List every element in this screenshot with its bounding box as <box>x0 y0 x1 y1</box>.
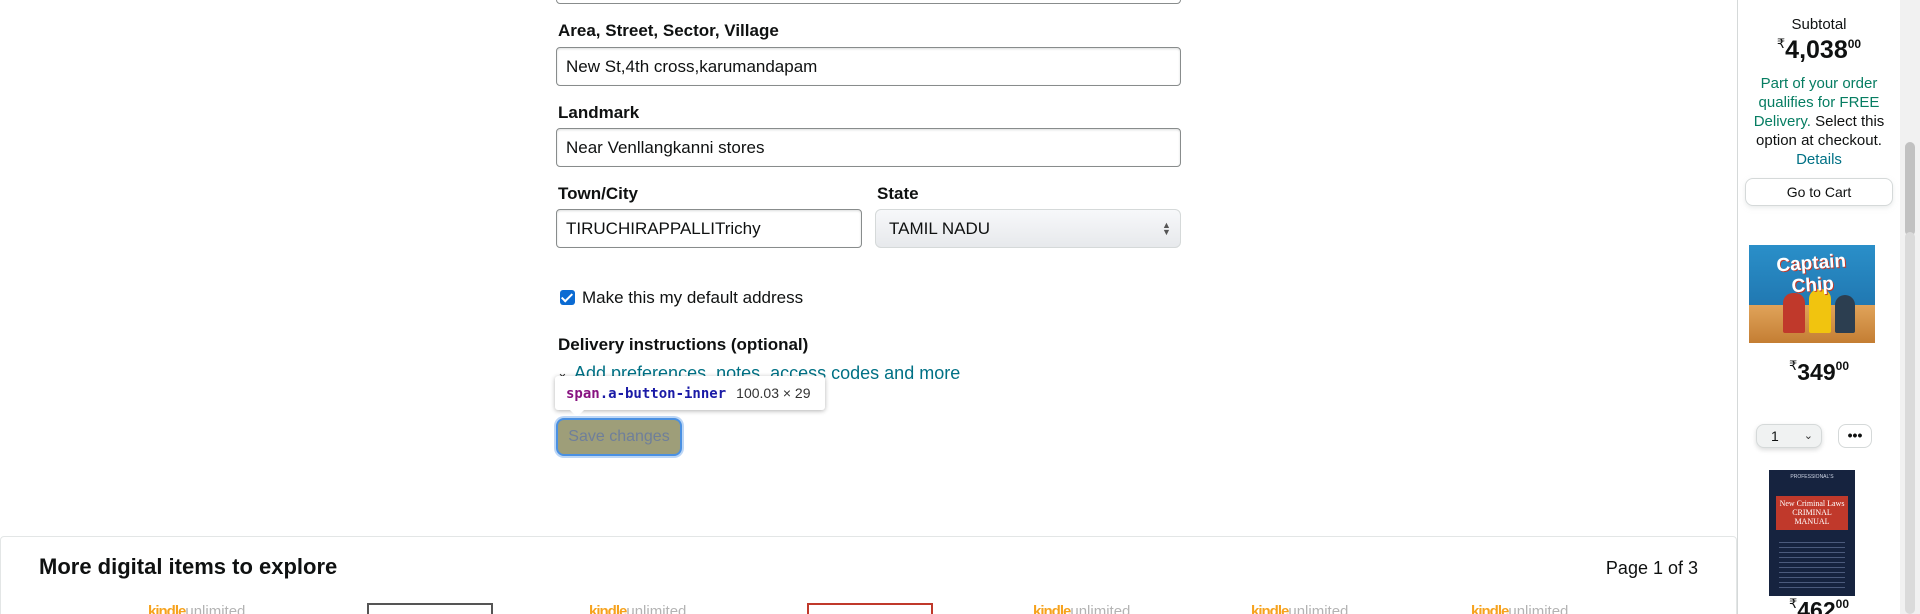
area-label: Area, Street, Sector, Village <box>558 21 779 40</box>
subtotal-label: Subtotal <box>1791 16 1847 33</box>
go-to-cart-button[interactable]: Go to Cart <box>1745 178 1893 206</box>
state-select[interactable]: TAMIL NADU ▲ ▼ <box>875 209 1181 248</box>
kindle-unlimited-logo[interactable]: kindleunlimited <box>1251 603 1371 614</box>
tooltip-class: .a-button-inner <box>599 386 727 402</box>
landmark-input[interactable]: Near Venllangkanni stores <box>556 128 1181 167</box>
tooltip-tag: span <box>566 386 600 402</box>
scrollbar-thumb[interactable] <box>1905 142 1915 236</box>
unlimited-word: unlimited <box>185 603 246 614</box>
state-label: State <box>877 184 919 203</box>
tooltip-dimensions: 100.03 × 29 <box>736 385 811 401</box>
quantity-dropdown[interactable]: 1 ⌄ <box>1756 424 1822 448</box>
free-delivery-message: Part of your order qualifies for FREE De… <box>1744 74 1894 169</box>
criminal-manual-book-cover[interactable]: PROFESSIONAL'S New Criminal Laws CRIMINA… <box>1769 470 1855 596</box>
item2-price: ₹46200 <box>1738 596 1900 614</box>
page-scrollbar[interactable] <box>1900 0 1920 614</box>
delivery-instructions-heading: Delivery instructions (optional) <box>558 335 809 354</box>
item1-price-fraction: 00 <box>1835 359 1849 373</box>
default-address-checkbox[interactable] <box>560 290 575 305</box>
cover-character <box>1835 295 1855 333</box>
area-street-input[interactable]: New St,4th cross,karumandapam <box>556 47 1181 86</box>
details-link[interactable]: Details <box>1796 151 1842 168</box>
digital-items-carousel: More digital items to explore Page 1 of … <box>0 536 1737 614</box>
cover-publisher: PROFESSIONAL'S <box>1790 474 1834 480</box>
item2-price-whole: 462 <box>1797 597 1836 614</box>
address-edit-main: Area, Street, Sector, Village New St,4th… <box>0 0 1737 614</box>
item1-price-whole: 349 <box>1797 359 1836 385</box>
cover-title: Captain Chip <box>1775 250 1847 298</box>
state-selected-value: TAMIL NADU <box>889 219 991 238</box>
previous-address-field[interactable] <box>556 0 1181 4</box>
cover-text-lines <box>1779 538 1845 588</box>
save-changes-label: Save changes <box>568 428 670 445</box>
select-arrows-icon: ▲ ▼ <box>1162 220 1171 237</box>
scrollbar-track-segment <box>1905 232 1915 614</box>
unlimited-word: unlimited <box>626 603 687 614</box>
currency-symbol: ₹ <box>1776 36 1786 51</box>
carousel-book-cover[interactable] <box>807 603 933 614</box>
kindle-word: kindle <box>148 603 186 614</box>
tooltip-selector: span.a-button-inner <box>566 386 726 402</box>
item1-price: ₹34900 <box>1738 358 1900 386</box>
chevron-down-icon: ⌄ <box>1803 430 1813 442</box>
subtotal-whole: 4,038 <box>1785 36 1848 64</box>
more-options-button[interactable]: ••• <box>1838 424 1872 448</box>
quantity-value: 1 <box>1771 428 1779 444</box>
unlimited-word: unlimited <box>1508 603 1569 614</box>
item2-price-fraction: 00 <box>1835 597 1849 611</box>
kindle-word: kindle <box>589 603 627 614</box>
cart-sidebar: Subtotal ₹4,03800 Part of your order qua… <box>1738 0 1900 614</box>
save-changes-button[interactable]: Save changes <box>556 418 682 456</box>
cover-title: New Criminal Laws CRIMINAL MANUAL <box>1776 496 1848 530</box>
kindle-unlimited-logo[interactable]: kindleunlimited <box>1033 603 1153 614</box>
carousel-book-cover[interactable] <box>367 603 493 614</box>
kindle-word: kindle <box>1033 603 1071 614</box>
captain-chip-book-cover[interactable]: Captain Chip <box>1749 245 1875 343</box>
kindle-unlimited-logo[interactable]: kindleunlimited <box>1471 603 1591 614</box>
unlimited-word: unlimited <box>1070 603 1131 614</box>
subtotal-fraction: 00 <box>1847 37 1862 51</box>
kindle-unlimited-logo[interactable]: kindleunlimited <box>148 603 268 614</box>
carousel-page-indicator: Page 1 of 3 <box>1605 558 1698 578</box>
kindle-word: kindle <box>1251 603 1289 614</box>
subtotal-price: ₹4,03800 <box>1738 36 1900 65</box>
unlimited-word: unlimited <box>1288 603 1349 614</box>
default-address-label[interactable]: Make this my default address <box>582 288 803 308</box>
landmark-label: Landmark <box>558 103 640 122</box>
kindle-unlimited-logo[interactable]: kindleunlimited <box>589 603 709 614</box>
town-city-label: Town/City <box>558 184 638 203</box>
kindle-word: kindle <box>1471 603 1509 614</box>
town-city-input[interactable]: TIRUCHIRAPPALLITrichy <box>556 209 862 248</box>
devtools-inspect-tooltip: span.a-button-inner 100.03 × 29 <box>555 376 825 417</box>
digital-items-title: More digital items to explore <box>39 554 338 579</box>
cover-character <box>1783 293 1805 333</box>
